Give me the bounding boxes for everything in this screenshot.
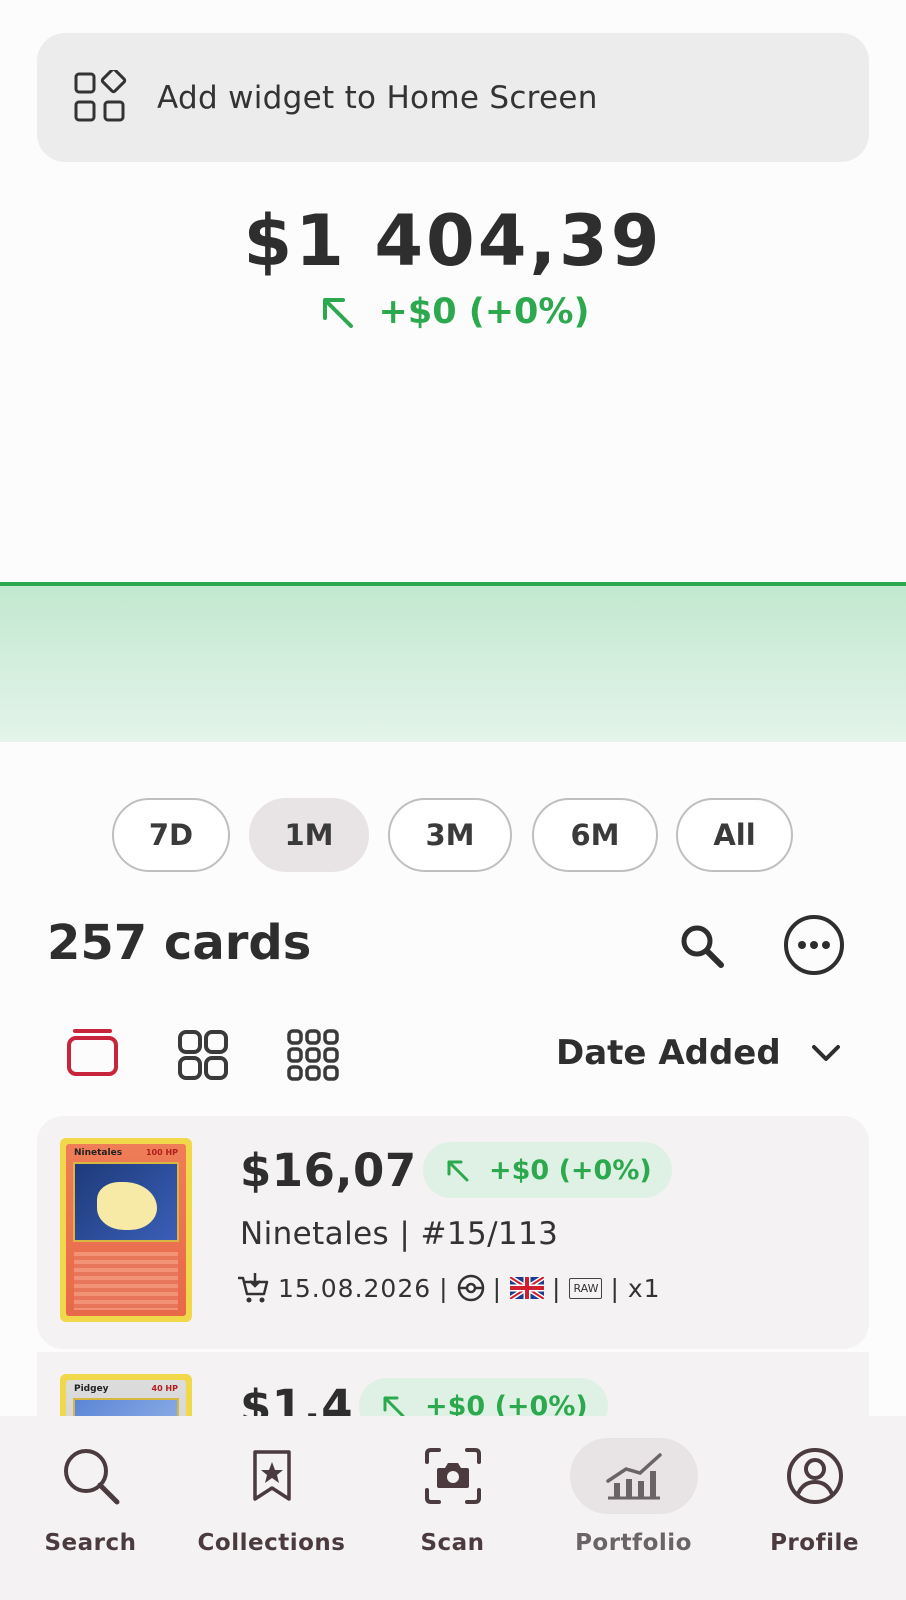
search-icon <box>63 1449 119 1505</box>
range-3m-button[interactable]: 3M <box>388 798 512 872</box>
nav-profile[interactable]: Profile <box>724 1416 905 1600</box>
profile-icon <box>786 1448 843 1504</box>
card-list-item[interactable]: Ninetales 100 HP $16,07 +$0 (+0%) Nineta… <box>37 1116 869 1349</box>
nav-collections[interactable]: Collections <box>181 1416 362 1600</box>
more-options-icon[interactable] <box>783 914 845 976</box>
chart-area <box>0 584 906 742</box>
card-change-value: +$0 (+0%) <box>425 1390 588 1417</box>
list-view-icon[interactable] <box>66 1028 122 1084</box>
cart-icon <box>238 1273 269 1303</box>
chevron-down-icon <box>811 1045 840 1061</box>
portfolio-chart <box>0 582 906 742</box>
bottom-navigation: Search Collections Scan Portfolio Profil… <box>0 1416 906 1600</box>
range-label: 3M <box>425 818 475 852</box>
range-label: 7D <box>148 818 194 852</box>
portfolio-screen: Add widget to Home Screen $1 404,39 +$0 … <box>0 0 906 1600</box>
card-price: $1,4 <box>240 1380 354 1416</box>
range-6m-button[interactable]: 6M <box>532 798 658 872</box>
nav-label: Scan <box>420 1530 485 1556</box>
add-widget-label: Add widget to Home Screen <box>157 79 598 116</box>
grid-3-view-icon[interactable] <box>286 1028 342 1084</box>
card-price: $16,07 <box>240 1144 417 1197</box>
range-7d-button[interactable]: 7D <box>112 798 230 872</box>
pokeball-icon <box>457 1274 484 1302</box>
portfolio-change-value: +$0 (+0%) <box>378 292 590 332</box>
widgets-icon <box>74 70 127 122</box>
thumbnail-title: Ninetales <box>74 1148 123 1158</box>
bookmark-star-icon <box>252 1450 291 1501</box>
arrow-up-left-icon <box>383 1396 405 1416</box>
card-change-badge: +$0 (+0%) <box>359 1378 608 1416</box>
nav-label: Portfolio <box>575 1530 692 1556</box>
range-label: All <box>713 818 756 852</box>
uk-flag-icon <box>510 1277 545 1299</box>
time-range-selector: 7D 1M 3M 6M All <box>0 798 906 872</box>
range-1m-button[interactable]: 1M <box>249 798 369 872</box>
card-change-badge: +$0 (+0%) <box>423 1142 672 1198</box>
thumbnail-hp: 40 HP <box>151 1384 178 1393</box>
card-change-value: +$0 (+0%) <box>489 1154 652 1186</box>
portfolio-change: +$0 (+0%) <box>0 292 906 332</box>
arrow-up-left-icon <box>447 1160 469 1182</box>
thumbnail-hp: 100 HP <box>145 1148 178 1157</box>
grid-2-view-icon[interactable] <box>176 1028 232 1084</box>
card-quantity: x1 <box>627 1273 661 1303</box>
card-date: 15.08.2026 <box>278 1273 432 1303</box>
card-list: Ninetales 100 HP $16,07 +$0 (+0%) Nineta… <box>37 1116 869 1416</box>
sort-label: Date Added <box>556 1033 781 1073</box>
nav-search[interactable]: Search <box>0 1416 181 1600</box>
camera-scan-icon <box>424 1448 481 1504</box>
nav-scan[interactable]: Scan <box>362 1416 543 1600</box>
range-label: 1M <box>284 818 334 852</box>
thumbnail-title: Pidgey <box>74 1384 109 1394</box>
portfolio-total-value: $1 404,39 <box>243 200 663 282</box>
range-all-button[interactable]: All <box>676 798 793 872</box>
search-icon[interactable] <box>678 922 726 970</box>
card-name: Ninetales | #15/113 <box>240 1216 559 1252</box>
bar-chart-icon <box>605 1453 662 1500</box>
range-label: 6M <box>570 818 620 852</box>
arrow-up-left-icon <box>322 298 353 328</box>
condition-badge: RAW <box>569 1277 603 1299</box>
card-list-item[interactable]: Pidgey 40 HP $1,4 +$0 (+0%) <box>37 1352 869 1416</box>
sort-dropdown[interactable]: Date Added <box>556 1033 841 1073</box>
nav-label: Search <box>44 1530 137 1556</box>
card-meta: 15.08.2026 | | | RAW | x1 <box>236 1272 661 1304</box>
card-thumbnail: Ninetales 100 HP <box>60 1138 192 1322</box>
nav-portfolio[interactable]: Portfolio <box>543 1416 724 1600</box>
nav-label: Collections <box>197 1530 346 1556</box>
card-count: 257 cards <box>47 915 312 971</box>
nav-label: Profile <box>770 1530 859 1556</box>
card-thumbnail: Pidgey 40 HP <box>60 1374 192 1416</box>
add-widget-banner[interactable]: Add widget to Home Screen <box>37 33 869 162</box>
